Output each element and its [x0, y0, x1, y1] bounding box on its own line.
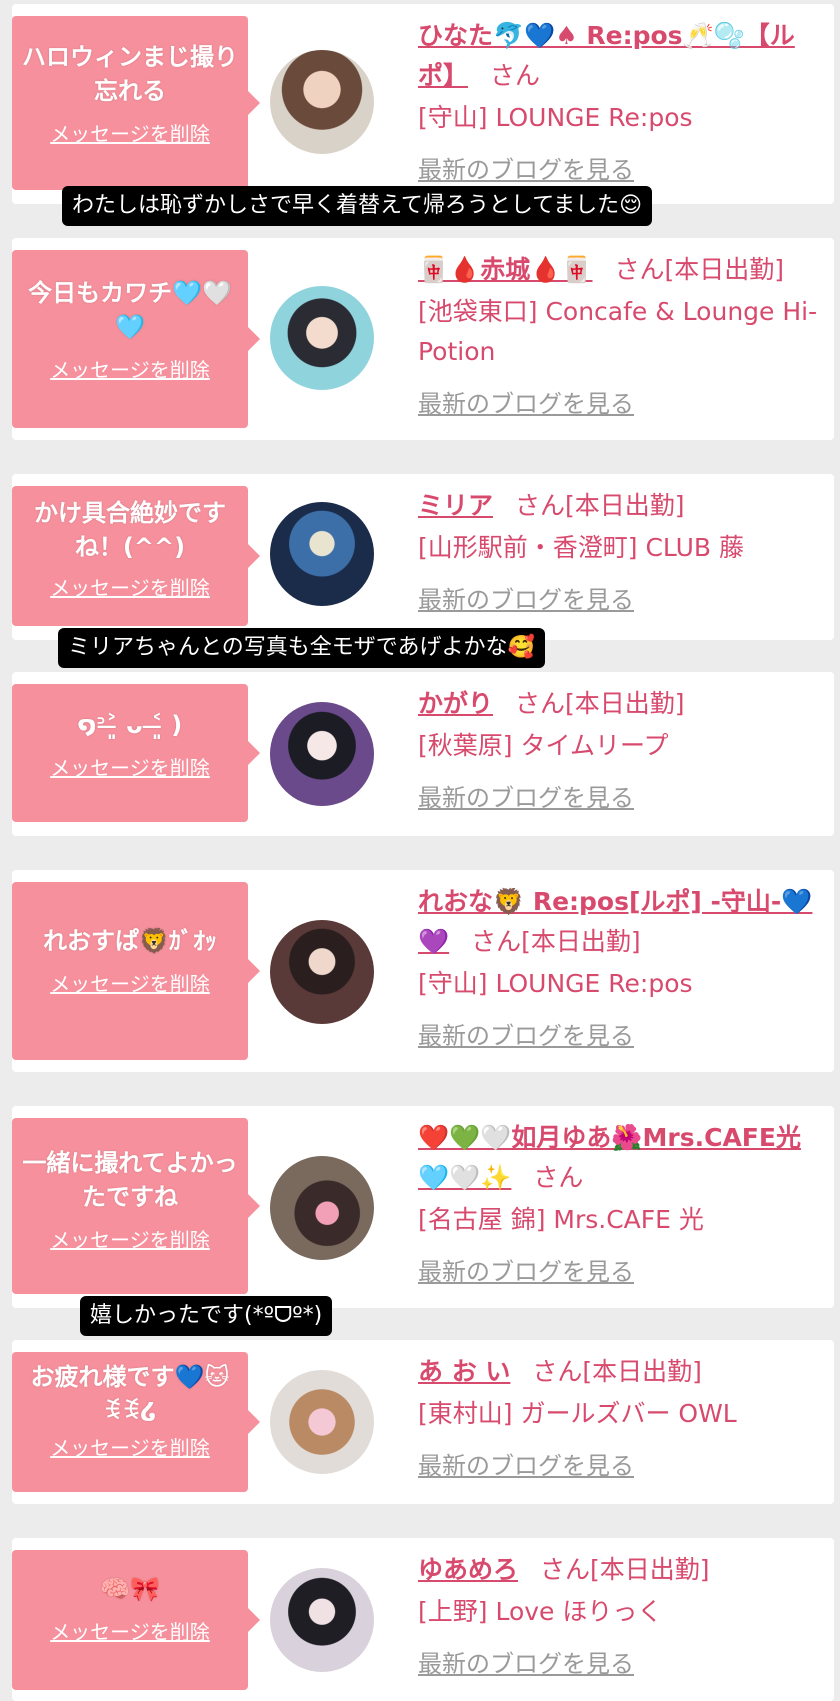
- message-text: 🧠🎀: [100, 1575, 160, 1603]
- cast-info: あ お いさん[本日出勤] [東村山] ガールズバー OWL 最新のブログを見る: [418, 1352, 818, 1481]
- avatar[interactable]: [270, 1156, 374, 1260]
- shop-name: [名古屋 錦] Mrs.CAFE 光: [418, 1205, 704, 1234]
- message-bubble: 🧠🎀 メッセージを削除: [12, 1550, 260, 1690]
- cast-name-link[interactable]: ゆあめろ: [418, 1555, 518, 1584]
- honorific: さん: [490, 61, 541, 90]
- delete-message-link[interactable]: メッセージを削除: [50, 354, 210, 383]
- latest-blog-link[interactable]: 最新のブログを見る: [418, 1446, 634, 1481]
- message-text: ハロウィンまじ撮り忘れる: [22, 43, 238, 105]
- latest-blog-link[interactable]: 最新のブログを見る: [418, 1252, 634, 1287]
- cast-info: ゆあめろ さん[本日出勤] [上野] Love ほりっく 最新のブログを見る: [418, 1550, 818, 1679]
- story-caption: わたしは恥ずかしさで早く着替えて帰ろうとしてました😌: [62, 186, 653, 226]
- shop-name: [池袋東口] Concafe & Lounge Hi-Potion: [418, 297, 818, 366]
- cast-info: ミリア さん[本日出勤] [山形駅前・香澄町] CLUB 藤 最新のブログを見る: [418, 486, 818, 615]
- avatar[interactable]: [270, 1568, 374, 1672]
- cast-info: かがり さん[本日出勤] [秋葉原] タイムリープ 最新のブログを見る: [418, 684, 818, 813]
- avatar[interactable]: [270, 286, 374, 390]
- story-caption: 嬉しかったです(*ºᗜº*): [80, 1296, 333, 1336]
- latest-blog-link[interactable]: 最新のブログを見る: [418, 150, 634, 185]
- delete-message-link[interactable]: メッセージを削除: [50, 968, 210, 997]
- honorific: さん[本日出勤]: [614, 255, 785, 284]
- delete-message-link[interactable]: メッセージを削除: [50, 118, 210, 147]
- latest-blog-link[interactable]: 最新のブログを見る: [418, 384, 634, 419]
- cast-name-link[interactable]: かがり: [418, 689, 493, 718]
- honorific: さん[本日出勤]: [540, 1555, 710, 1584]
- latest-blog-link[interactable]: 最新のブログを見る: [418, 580, 634, 615]
- shop-name: [山形駅前・香澄町] CLUB 藤: [418, 533, 744, 562]
- shop-name: [秋葉原] タイムリープ: [418, 731, 669, 760]
- honorific: さん[本日出勤]: [515, 689, 685, 718]
- cast-name-link[interactable]: ❤️💚🤍如月ゆあ🌺Mrs.CAFE光🩵🤍✨: [418, 1123, 801, 1192]
- delete-message-link[interactable]: メッセージを削除: [50, 572, 210, 601]
- honorific: さん[本日出勤]: [515, 491, 685, 520]
- message-text: ໑ᐣ˃̶͈ ᴗ ˂̶͈ ): [77, 711, 183, 739]
- avatar[interactable]: [270, 702, 374, 806]
- message-bubble: ໑ᐣ˃̶͈ ᴗ ˂̶͈ ) メッセージを削除: [12, 684, 260, 822]
- message-bubble: かけ具合絶妙ですね！(^^) メッセージを削除: [12, 486, 260, 626]
- cast-info: ひなた🐬💙♠ Re:pos🥂🫧【ルポ】 さん [守山] LOUNGE Re:pos…: [418, 16, 818, 185]
- avatar[interactable]: [270, 50, 374, 154]
- delete-message-link[interactable]: メッセージを削除: [50, 1432, 210, 1461]
- delete-message-link[interactable]: メッセージを削除: [50, 1616, 210, 1645]
- message-bubble: 今日もカワチ🩵🤍🩵 メッセージを削除: [12, 250, 260, 428]
- message-bubble: れおすぱ🦁ｶﾞｵｯ メッセージを削除: [12, 882, 260, 1060]
- cast-name-link[interactable]: あ お い: [418, 1357, 510, 1386]
- latest-blog-link[interactable]: 最新のブログを見る: [418, 1644, 634, 1679]
- delete-message-link[interactable]: メッセージを削除: [50, 1224, 210, 1253]
- message-text: 一緒に撮れてよかったですね: [22, 1149, 238, 1211]
- latest-blog-link[interactable]: 最新のブログを見る: [418, 1016, 634, 1051]
- message-text: お疲れ様です💙🐱ꉂꉂ໒: [30, 1363, 230, 1425]
- message-bubble: 一緒に撮れてよかったですね メッセージを削除: [12, 1118, 260, 1294]
- delete-message-link[interactable]: メッセージを削除: [50, 752, 210, 781]
- honorific: さん: [533, 1163, 584, 1192]
- honorific: さん[本日出勤]: [532, 1357, 702, 1386]
- avatar[interactable]: [270, 502, 374, 606]
- avatar[interactable]: [270, 1370, 374, 1474]
- message-bubble: お疲れ様です💙🐱ꉂꉂ໒ メッセージを削除: [12, 1352, 260, 1492]
- shop-name: [守山] LOUNGE Re:pos: [418, 103, 693, 132]
- cast-info: れおな🦁 Re:pos[ルポ] -守山-💙💜 さん[本日出勤] [守山] LOUN…: [418, 882, 818, 1051]
- message-bubble: ハロウィンまじ撮り忘れる メッセージを削除: [12, 16, 260, 190]
- cast-name-link[interactable]: ミリア: [418, 491, 493, 520]
- avatar[interactable]: [270, 920, 374, 1024]
- message-text: れおすぱ🦁ｶﾞｵｯ: [43, 927, 217, 955]
- message-text: 今日もカワチ🩵🤍🩵: [28, 279, 232, 341]
- cast-info: 🀄🩸赤城🩸🀄 さん[本日出勤] [池袋東口] Concafe & Lounge H…: [418, 250, 818, 419]
- story-caption: ミリアちゃんとの写真も全モザであげよかな🥰: [58, 628, 545, 668]
- cast-name-link[interactable]: 🀄🩸赤城🩸🀄: [418, 255, 593, 284]
- message-text: かけ具合絶妙ですね！(^^): [34, 499, 226, 561]
- shop-name: [守山] LOUNGE Re:pos: [418, 969, 693, 998]
- shop-name: [上野] Love ほりっく: [418, 1597, 663, 1626]
- shop-name: [東村山] ガールズバー OWL: [418, 1399, 737, 1428]
- honorific: さん[本日出勤]: [471, 927, 641, 956]
- cast-info: ❤️💚🤍如月ゆあ🌺Mrs.CAFE光🩵🤍✨ さん [名古屋 錦] Mrs.CAFE…: [418, 1118, 818, 1287]
- cast-name-link[interactable]: ひなた🐬💙♠ Re:pos🥂🫧【ルポ】: [418, 21, 795, 90]
- latest-blog-link[interactable]: 最新のブログを見る: [418, 778, 634, 813]
